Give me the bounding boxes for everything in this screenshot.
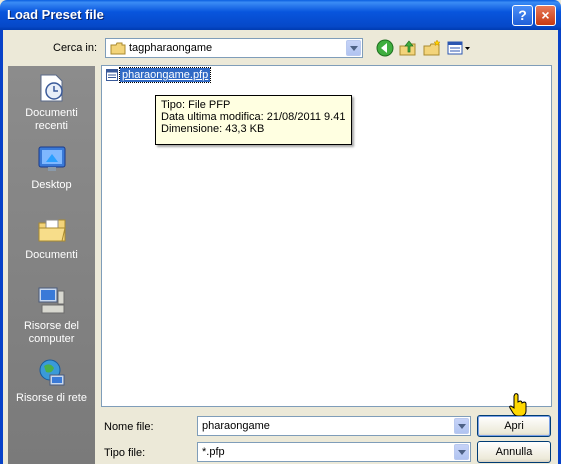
view-menu-icon[interactable]	[446, 38, 472, 58]
pfp-file-icon	[106, 69, 118, 81]
tooltip-size: Dimensione: 43,3 KB	[161, 123, 265, 135]
window-title: Load Preset file	[7, 7, 104, 22]
place-network[interactable]: Risorse di rete	[8, 357, 95, 405]
filename-label: Nome file:	[104, 421, 154, 433]
up-folder-icon[interactable]	[398, 38, 418, 58]
filename-value: pharaongame	[202, 420, 270, 432]
filetype-dropdown-arrow[interactable]	[454, 444, 469, 460]
place-my-computer[interactable]: Risorse del computer	[8, 285, 95, 346]
place-label: Desktop	[31, 179, 72, 191]
lookin-dropdown-arrow[interactable]	[346, 40, 361, 56]
lookin-value: tagpharaongame	[129, 42, 213, 54]
filetype-label: Tipo file:	[104, 447, 146, 459]
file-tooltip: Tipo: File PFP Data ultima modifica: 21/…	[155, 95, 352, 145]
new-folder-icon[interactable]	[422, 38, 442, 58]
hand-cursor-icon	[509, 393, 527, 416]
title-bar[interactable]: Load Preset file ? ×	[0, 0, 561, 30]
my-computer-icon	[38, 287, 64, 314]
close-button[interactable]: ×	[535, 5, 556, 26]
folder-icon	[110, 42, 126, 55]
place-desktop[interactable]: Desktop	[8, 144, 95, 192]
place-label: Documenti	[25, 249, 78, 261]
place-documents[interactable]: Documenti	[8, 214, 95, 262]
filetype-value: *.pfp	[202, 446, 225, 458]
filetype-combo[interactable]: *.pfp	[197, 442, 471, 462]
recent-documents-icon	[40, 74, 63, 102]
help-button[interactable]: ?	[512, 5, 533, 26]
place-label: Risorse di rete	[16, 392, 87, 404]
documents-folder-icon	[38, 219, 66, 242]
network-icon	[39, 359, 64, 386]
filename-combo[interactable]: pharaongame	[197, 416, 471, 436]
place-recent-documents[interactable]: Documenti recenti	[8, 72, 95, 133]
list-item[interactable]: pharaongame.pfp	[118, 67, 212, 83]
places-bar: Documenti recenti Desktop Documenti Riso…	[8, 66, 95, 464]
desktop-icon	[38, 146, 65, 171]
load-preset-dialog: Load Preset file ? × Cerca in: tagpharao…	[0, 0, 561, 464]
cancel-button[interactable]: Annulla	[477, 441, 551, 463]
place-label: Documenti recenti	[25, 107, 78, 132]
window-frame-left	[0, 30, 3, 464]
file-name: pharaongame.pfp	[118, 67, 212, 83]
filename-dropdown-arrow[interactable]	[454, 418, 469, 434]
place-label: Risorse del computer	[23, 320, 80, 345]
tooltip-modified: Data ultima modifica: 21/08/2011 9.41	[161, 111, 346, 123]
tooltip-type: Tipo: File PFP	[161, 99, 231, 111]
open-button[interactable]: Apri	[477, 415, 551, 437]
lookin-combo[interactable]: tagpharaongame	[105, 38, 363, 58]
back-icon[interactable]	[375, 38, 395, 58]
lookin-label: Cerca in:	[53, 42, 98, 54]
